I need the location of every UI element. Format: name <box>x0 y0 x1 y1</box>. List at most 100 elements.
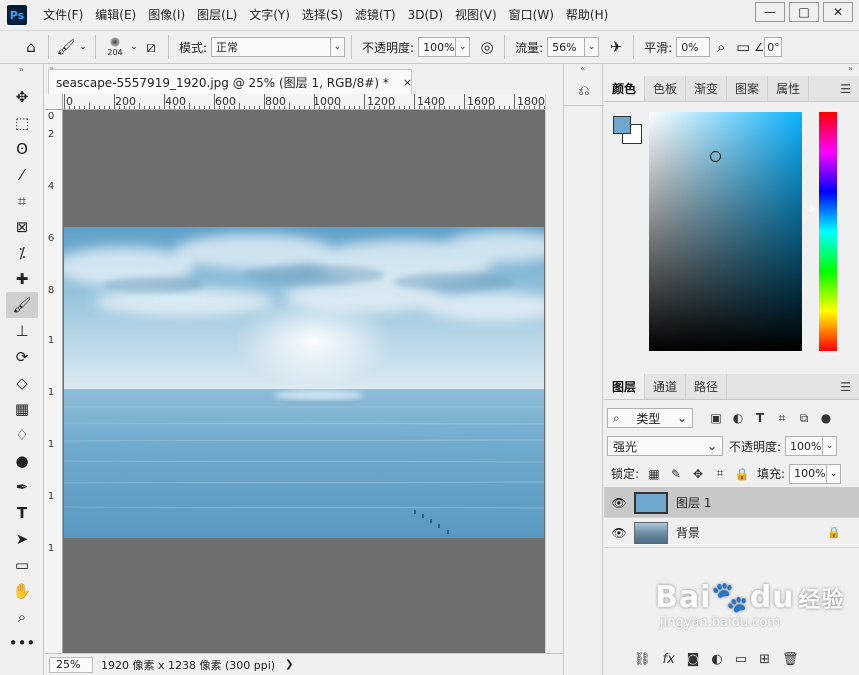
lock-pixels-icon[interactable]: ✎ <box>665 467 687 481</box>
layer-effects-icon[interactable]: fx <box>663 652 675 667</box>
lasso-tool-icon[interactable]: ʘ <box>6 136 38 162</box>
tab-channels[interactable]: 通道 <box>645 374 687 399</box>
clone-stamp-tool-icon[interactable]: ⊥ <box>6 318 38 344</box>
more-tools-icon[interactable]: ••• <box>6 630 38 656</box>
chevron-down-icon[interactable]: ⌄ <box>585 37 600 57</box>
delete-layer-icon[interactable]: 🗑 <box>782 652 799 667</box>
menu-edit[interactable]: 编辑(E) <box>89 0 142 30</box>
menu-image[interactable]: 图像(I) <box>142 0 191 30</box>
history-panel-icon[interactable]: ⎌ <box>564 76 604 106</box>
zoom-level-input[interactable]: 25% <box>49 656 93 673</box>
brush-tool-icon[interactable]: 🖌 <box>6 292 38 318</box>
lock-transparency-icon[interactable]: ▦ <box>643 467 665 481</box>
marquee-tool-icon[interactable]: ⬚ <box>6 110 38 136</box>
close-window-button[interactable]: ✕ <box>823 2 853 22</box>
close-document-icon[interactable]: × <box>403 76 412 89</box>
tab-layers[interactable]: 图层 <box>604 374 646 399</box>
eyedropper-tool-icon[interactable]: ⁒ <box>6 240 38 266</box>
menu-help[interactable]: 帮助(H) <box>560 0 614 30</box>
color-saturation-field[interactable] <box>649 112 802 351</box>
panel-menu-icon[interactable]: ☰ <box>840 374 851 400</box>
panel-menu-icon[interactable]: ☰ <box>840 76 851 102</box>
airbrush-icon[interactable]: ✈ <box>605 36 627 58</box>
fill-input[interactable]: 100% <box>789 463 828 484</box>
chevron-down-icon[interactable]: ⌄ <box>128 36 140 58</box>
chevron-down-icon[interactable]: ⌄ <box>456 37 471 57</box>
move-tool-icon[interactable]: ✥ <box>6 84 38 110</box>
pen-tool-icon[interactable]: ✒ <box>6 474 38 500</box>
pressure-opacity-icon[interactable]: ◎ <box>476 36 498 58</box>
chevron-down-icon[interactable]: ⌄ <box>827 463 842 484</box>
filter-toggle-icon[interactable]: ● <box>815 411 837 425</box>
angle-input[interactable]: 0° <box>764 37 783 57</box>
home-icon[interactable]: ⌂ <box>20 36 42 58</box>
menu-filter[interactable]: 滤镜(T) <box>349 0 402 30</box>
crop-tool-icon[interactable]: ⌗ <box>6 188 38 214</box>
vertical-scrollbar[interactable] <box>545 94 563 653</box>
path-selection-tool-icon[interactable]: ➤ <box>6 526 38 552</box>
hue-slider-marker[interactable] <box>810 205 816 213</box>
tab-gradients[interactable]: 渐变 <box>686 76 728 101</box>
chevron-down-icon[interactable]: ⌄ <box>331 37 346 57</box>
tab-patterns[interactable]: 图案 <box>727 76 769 101</box>
filter-smart-object-icon[interactable]: ⧉ <box>793 411 815 426</box>
add-mask-icon[interactable]: ◙ <box>687 652 700 667</box>
tab-paths[interactable]: 路径 <box>686 374 728 399</box>
lock-all-icon[interactable]: 🔒 <box>731 467 753 481</box>
layer-opacity-input[interactable]: 100% <box>785 436 824 456</box>
layer-row[interactable]: 👁 背景 🔒 <box>604 518 859 548</box>
maximize-button[interactable]: □ <box>789 2 819 22</box>
document-tab[interactable]: seascape-5557919_1920.jpg @ 25% (图层 1, R… <box>48 69 412 94</box>
hue-slider[interactable] <box>819 112 837 351</box>
menu-type[interactable]: 文字(Y) <box>243 0 296 30</box>
tab-properties[interactable]: 属性 <box>768 76 810 101</box>
smoothing-options-icon[interactable]: ▭ <box>732 36 754 58</box>
zoom-tool-icon[interactable]: ⌕ <box>6 604 38 630</box>
link-layers-icon[interactable]: ⛓ <box>634 652 651 667</box>
rectangle-tool-icon[interactable]: ▭ <box>6 552 38 578</box>
eye-icon[interactable]: 👁 <box>604 496 634 510</box>
healing-brush-tool-icon[interactable]: ✚ <box>6 266 38 292</box>
menu-3d[interactable]: 3D(D) <box>402 0 449 30</box>
hand-tool-icon[interactable]: ✋ <box>6 578 38 604</box>
eraser-tool-icon[interactable]: ◇ <box>6 370 38 396</box>
menu-select[interactable]: 选择(S) <box>296 0 349 30</box>
lock-artboard-icon[interactable]: ⌗ <box>709 466 731 481</box>
mode-select[interactable]: 正常 <box>211 37 332 57</box>
seascape-image[interactable] <box>64 227 544 538</box>
tab-color[interactable]: 颜色 <box>604 76 646 101</box>
search-icon[interactable]: ⌕ <box>710 36 732 58</box>
document-canvas[interactable] <box>63 110 545 653</box>
chevron-down-icon[interactable]: ⌄ <box>77 36 89 58</box>
lock-position-icon[interactable]: ✥ <box>687 467 709 481</box>
layer-filter-select[interactable]: ⌕ 类型 ⌄ <box>607 408 693 428</box>
menu-window[interactable]: 窗口(W) <box>503 0 560 30</box>
filter-pixel-icon[interactable]: ▣ <box>705 411 727 425</box>
menu-view[interactable]: 视图(V) <box>449 0 503 30</box>
filter-type-icon[interactable]: T <box>749 411 771 425</box>
opacity-input[interactable]: 100% <box>418 37 457 57</box>
brush-preset-picker[interactable]: 204 <box>102 37 128 57</box>
flow-input[interactable]: 56% <box>547 37 586 57</box>
layer-row[interactable]: 👁 图层 1 <box>604 488 859 518</box>
frame-tool-icon[interactable]: ⊠ <box>6 214 38 240</box>
ruler-origin[interactable] <box>45 94 63 110</box>
type-tool-icon[interactable]: T <box>6 500 38 526</box>
smoothing-input[interactable]: 0% <box>676 37 711 57</box>
horizontal-ruler[interactable]: 0 200 400 600 800 1000 1200 1400 1600 18… <box>63 94 545 110</box>
quick-selection-tool-icon[interactable]: ⁄ <box>6 162 38 188</box>
vertical-ruler[interactable]: 0 2 4 6 8 1 1 1 1 1 <box>45 110 63 653</box>
dodge-tool-icon[interactable]: ● <box>6 448 38 474</box>
blur-tool-icon[interactable]: ♢ <box>6 422 38 448</box>
new-layer-icon[interactable]: ⊞ <box>759 652 770 667</box>
menu-file[interactable]: 文件(F) <box>37 0 89 30</box>
panel-collapse-icon[interactable]: » <box>604 64 859 76</box>
minimize-button[interactable]: — <box>755 2 785 22</box>
brush-tool-preset-icon[interactable]: 🖌 <box>55 36 77 58</box>
chevron-down-icon[interactable]: ⌄ <box>823 436 838 456</box>
brush-settings-icon[interactable]: ⧄ <box>140 36 162 58</box>
adjustment-layer-icon[interactable]: ◐ <box>711 652 722 667</box>
menu-layer[interactable]: 图层(L) <box>191 0 243 30</box>
new-group-icon[interactable]: ▭ <box>735 652 747 667</box>
eye-icon[interactable]: 👁 <box>604 526 634 540</box>
